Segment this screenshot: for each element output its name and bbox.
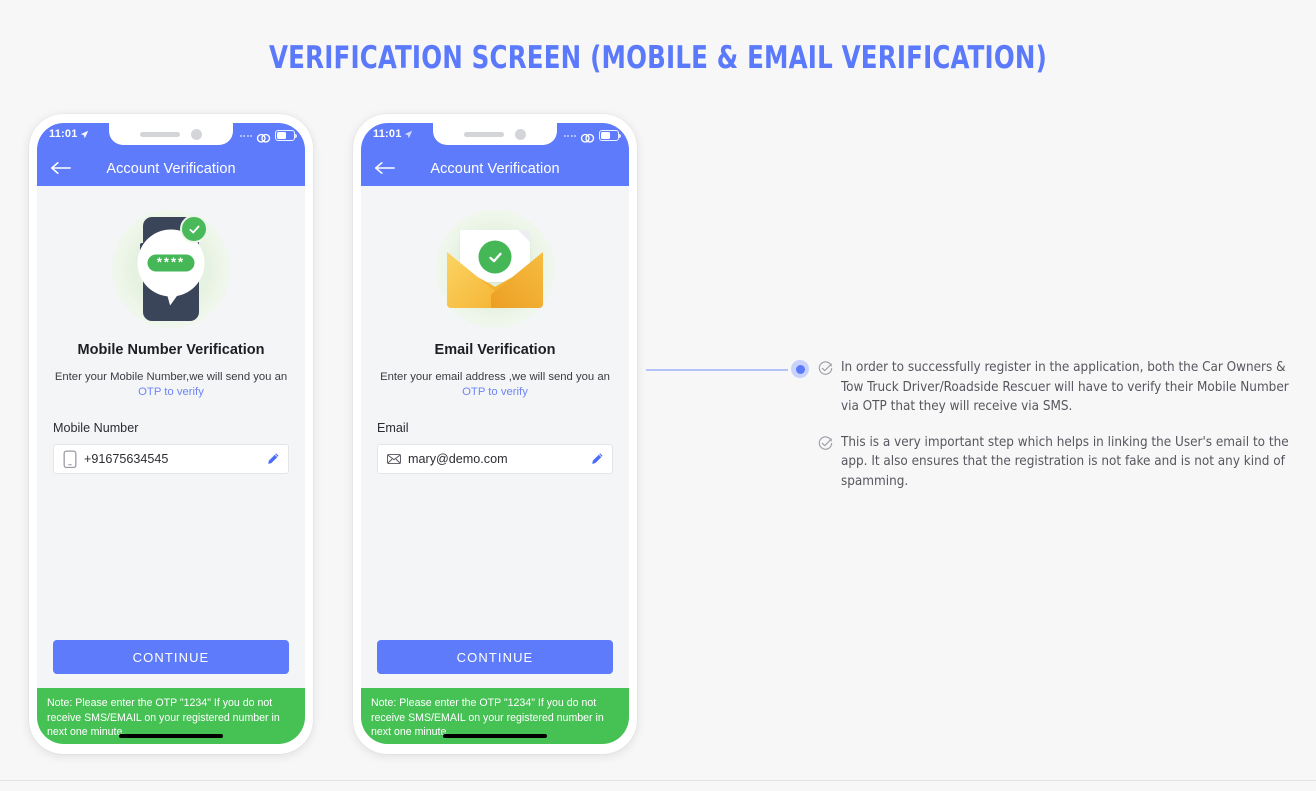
location-arrow-icon xyxy=(404,130,413,139)
section-title: Email Verification xyxy=(434,342,556,358)
app-bar-title: Account Verification xyxy=(430,160,560,177)
home-indicator xyxy=(119,734,223,738)
status-time-group: 11:01 xyxy=(373,128,413,140)
annotation-item: This is a very important step which help… xyxy=(818,433,1296,492)
continue-button[interactable]: CONTINUE xyxy=(53,640,289,674)
hero-illustration-area xyxy=(361,186,629,338)
app-bar-title: Account Verification xyxy=(106,160,236,177)
section-subtitle: Enter your Mobile Number,we will send yo… xyxy=(37,370,305,399)
mobile-number-value[interactable]: +91675634545 xyxy=(84,452,259,466)
connector-dot-icon xyxy=(791,360,809,378)
mobile-otp-illustration: **** xyxy=(112,210,230,328)
status-time: 11:01 xyxy=(373,128,402,140)
status-icons xyxy=(239,130,297,143)
page-root: VERIFICATION SCREEN (MOBILE & EMAIL VERI… xyxy=(0,0,1316,791)
email-input[interactable]: mary@demo.com xyxy=(377,444,613,474)
phone-screen: 11:01 Account Verification xyxy=(361,123,629,744)
page-title: VERIFICATION SCREEN (MOBILE & EMAIL VERI… xyxy=(268,40,1047,76)
input-field-block: Email mary@demo.com xyxy=(361,421,629,474)
otp-verify-link[interactable]: OTP to verify xyxy=(377,385,613,399)
notch-speaker xyxy=(140,131,180,137)
green-check-badge-icon xyxy=(180,215,208,243)
note-banner-text: Note: Please enter the OTP "1234" If you… xyxy=(371,697,604,738)
envelope-icon xyxy=(387,451,401,467)
email-envelope-illustration xyxy=(436,210,554,328)
section-title: Mobile Number Verification xyxy=(77,342,265,358)
annotation-list: In order to successfully register in the… xyxy=(818,358,1296,507)
back-arrow-icon[interactable] xyxy=(50,161,71,177)
home-indicator xyxy=(443,734,547,738)
chain-link-icon xyxy=(256,130,271,143)
status-icons xyxy=(563,130,621,143)
otp-verify-link[interactable]: OTP to verify xyxy=(53,385,289,399)
screen-content: **** Mobile Number Verification Enter yo… xyxy=(37,186,305,744)
circle-check-icon xyxy=(818,435,833,451)
page-bottom-divider xyxy=(0,780,1316,781)
phone-icon xyxy=(63,450,77,468)
hero-illustration-area: **** xyxy=(37,186,305,338)
phone-notch xyxy=(433,123,557,145)
back-arrow-icon[interactable] xyxy=(374,161,395,177)
screen-content: Email Verification Enter your email addr… xyxy=(361,186,629,744)
circle-check-icon xyxy=(818,361,833,376)
continue-button[interactable]: CONTINUE xyxy=(377,640,613,674)
phone-notch xyxy=(109,123,233,145)
notch-camera-icon xyxy=(191,128,202,140)
field-label: Mobile Number xyxy=(53,421,139,435)
cta-area: CONTINUE xyxy=(361,640,629,688)
otp-mask: **** xyxy=(147,254,195,272)
section-subtitle-text: Enter your email address ,we will send y… xyxy=(380,371,610,383)
status-bar: 11:01 xyxy=(37,123,305,151)
flex-spacer xyxy=(37,474,305,640)
location-arrow-icon xyxy=(80,130,89,139)
annotation-text: This is a very important step which help… xyxy=(841,434,1289,489)
signal-dots-icon xyxy=(239,134,252,137)
illustration-envelope xyxy=(447,230,543,308)
mobile-number-input[interactable]: +91675634545 xyxy=(53,444,289,474)
status-time: 11:01 xyxy=(49,128,78,140)
section-subtitle: Enter your email address ,we will send y… xyxy=(361,370,629,399)
annotation-item: In order to successfully register in the… xyxy=(818,358,1296,417)
notch-speaker xyxy=(464,131,504,137)
pencil-icon[interactable] xyxy=(590,452,604,466)
note-banner: Note: Please enter the OTP "1234" If you… xyxy=(37,688,305,744)
email-value[interactable]: mary@demo.com xyxy=(408,452,583,466)
phone-screen: 11:01 Account Verification xyxy=(37,123,305,744)
cta-area: CONTINUE xyxy=(37,640,305,688)
notch-camera-icon xyxy=(515,128,526,140)
green-check-badge-icon xyxy=(478,240,512,274)
input-field-block: Mobile Number +91675634545 xyxy=(37,421,305,474)
flex-spacer xyxy=(361,474,629,640)
phone-mockup-mobile-verification: 11:01 Account Verification **** Mobile N… xyxy=(29,114,313,754)
note-banner-text: Note: Please enter the OTP "1234" If you… xyxy=(47,697,280,738)
chain-link-icon xyxy=(580,130,595,143)
pencil-icon[interactable] xyxy=(266,452,280,466)
illustration-phone-body: **** xyxy=(137,215,208,321)
phone-mockup-email-verification: 11:01 Account Verification Email Verific… xyxy=(353,114,637,754)
battery-icon xyxy=(275,130,297,141)
note-banner: Note: Please enter the OTP "1234" If you… xyxy=(361,688,629,744)
status-bar: 11:01 xyxy=(361,123,629,151)
section-subtitle-text: Enter your Mobile Number,we will send yo… xyxy=(54,371,288,383)
app-bar: Account Verification xyxy=(361,151,629,186)
annotation-text: In order to successfully register in the… xyxy=(841,360,1289,414)
annotation-connector-line xyxy=(646,369,788,371)
field-label: Email xyxy=(377,421,409,435)
app-bar: Account Verification xyxy=(37,151,305,186)
signal-dots-icon xyxy=(563,134,576,137)
battery-icon xyxy=(599,130,621,141)
status-time-group: 11:01 xyxy=(49,128,89,140)
letter-fold-corner xyxy=(518,230,530,242)
